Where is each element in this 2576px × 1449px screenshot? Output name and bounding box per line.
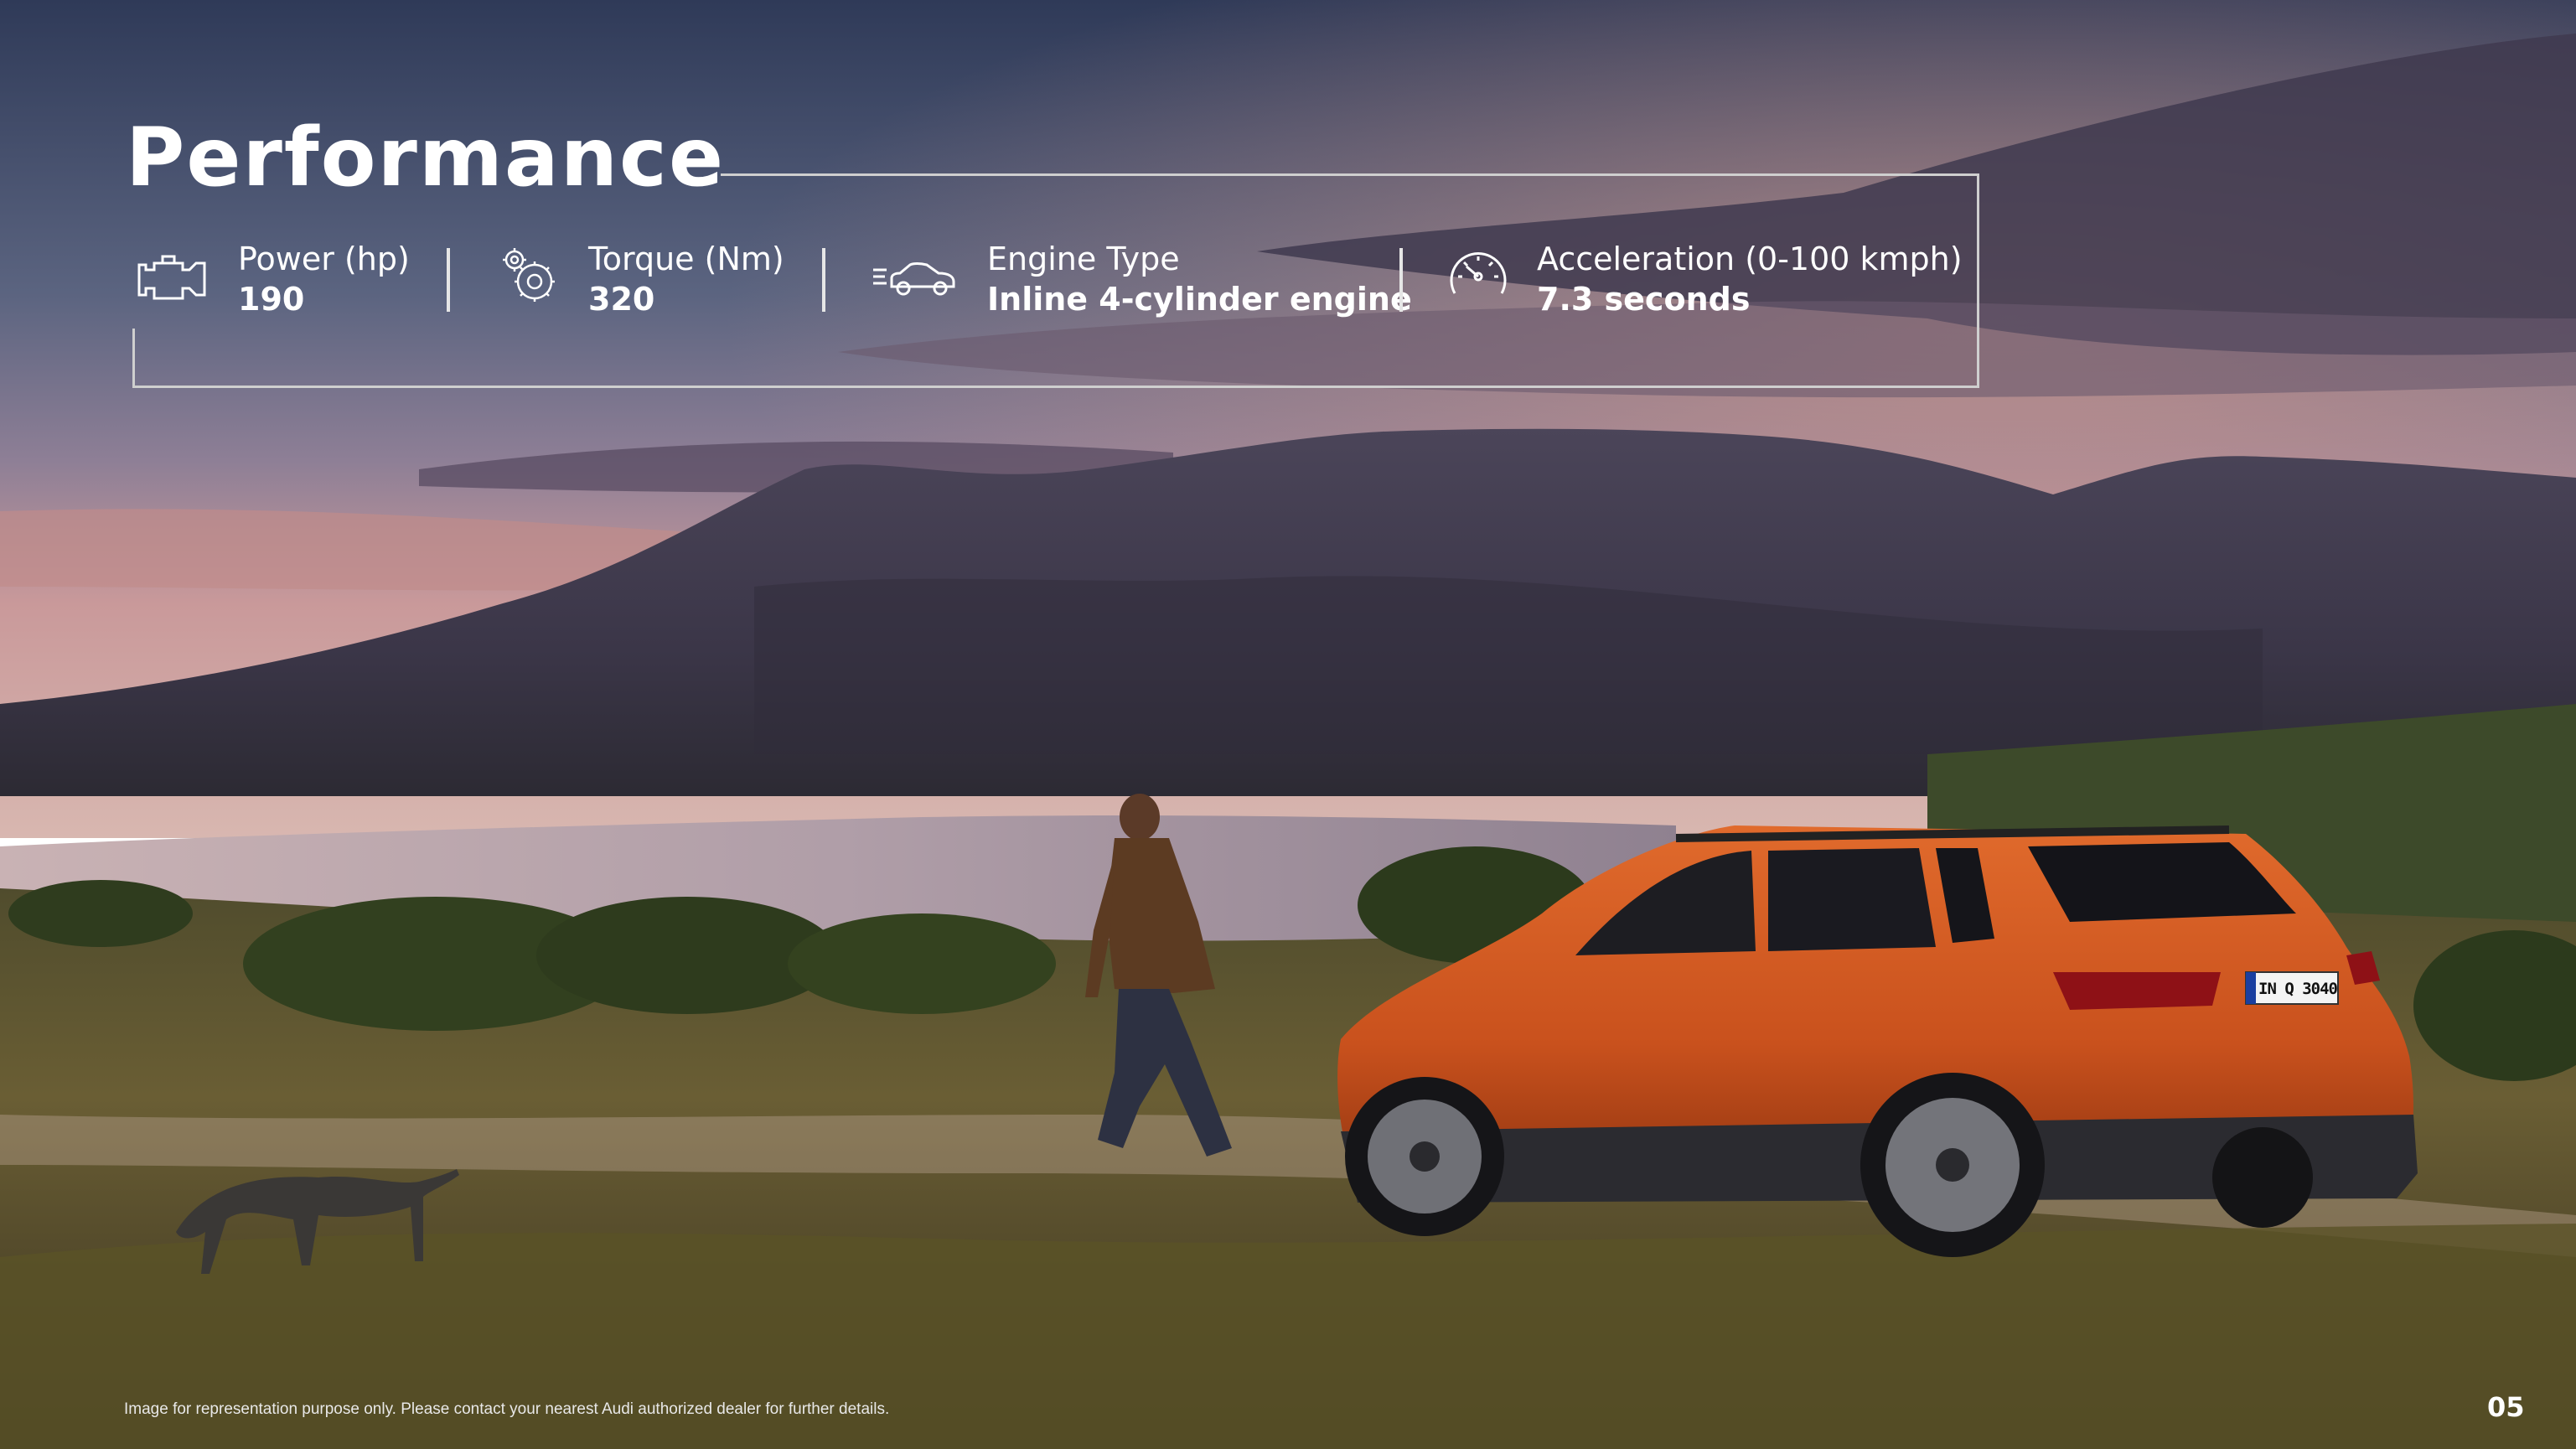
stat-divider (1399, 248, 1403, 312)
engine-type-label: Engine Type (987, 241, 1180, 277)
torque-gear-icon (498, 243, 561, 310)
background-photo (0, 0, 2576, 1449)
car-speed-icon (872, 256, 959, 302)
speedometer-icon (1446, 245, 1510, 308)
engine-icon (134, 248, 211, 310)
power-value: 190 (238, 281, 305, 318)
frame-line-left (132, 329, 135, 388)
acceleration-value: 7.3 seconds (1537, 281, 1751, 318)
stat-divider (447, 248, 450, 312)
frame-line-top (721, 173, 1979, 176)
torque-label: Torque (Nm) (588, 241, 784, 277)
license-plate: IN Q 3040 (2258, 980, 2338, 998)
acceleration-label: Acceleration (0-100 kmph) (1537, 241, 1963, 277)
engine-type-value: Inline 4-cylinder engine (987, 281, 1412, 318)
page-title: Performance (126, 111, 726, 204)
power-label: Power (hp) (238, 241, 410, 277)
frame-line-bottom (132, 386, 1979, 388)
torque-value: 320 (588, 281, 655, 318)
stat-divider (822, 248, 825, 312)
frame-line-right (1977, 173, 1979, 388)
disclaimer-text: Image for representation purpose only. P… (124, 1400, 890, 1418)
page-number: 05 (2487, 1391, 2525, 1423)
